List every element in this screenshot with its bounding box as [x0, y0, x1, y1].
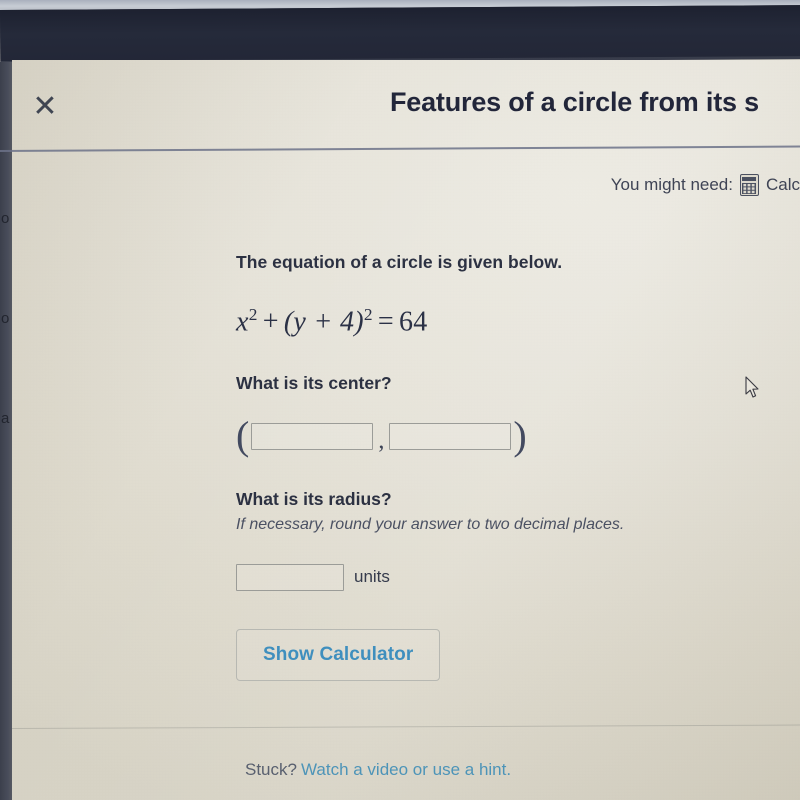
equation-x: x — [236, 305, 249, 337]
equation-rhs: 64 — [398, 305, 428, 337]
radius-units-label: units — [354, 567, 390, 587]
center-x-input[interactable] — [251, 423, 374, 451]
resources-row: You might need: Calc — [611, 174, 800, 196]
calculator-link[interactable]: Calc — [766, 175, 800, 195]
hint-link[interactable]: Watch a video or use a hint. — [301, 760, 511, 779]
circle-equation: x2 + (y + 4)2 = 64 — [236, 305, 796, 338]
radius-hint: If necessary, round your answer to two d… — [236, 515, 625, 533]
page-title: Features of a circle from its s — [390, 87, 759, 117]
center-comma: , — [378, 428, 385, 455]
equation-y-group-exponent: 2 — [363, 304, 373, 324]
equation-equals: = — [377, 305, 394, 337]
show-calculator-button[interactable]: Show Calculator — [236, 628, 441, 681]
close-icon[interactable]: ✕ — [28, 90, 62, 124]
center-question-label: What is its center? — [236, 372, 392, 393]
stuck-label: Stuck? — [245, 760, 297, 779]
resources-label: You might need: — [610, 175, 733, 194]
problem-body: The equation of a circle is given below.… — [236, 250, 796, 681]
radius-input[interactable] — [236, 563, 344, 591]
screenshot-photo: o o a ✕ Features of a circle from its s … — [0, 0, 800, 800]
equation-y-group: (y + 4) — [283, 305, 364, 337]
center-y-input[interactable] — [389, 423, 512, 451]
sidebar-ghost-glyph-1: o — [1, 210, 10, 227]
equation-plus: + — [262, 305, 279, 337]
problem-prompt: The equation of a circle is given below. — [236, 252, 563, 272]
equation-x-exponent: 2 — [248, 304, 258, 324]
radius-answer-row: units — [236, 563, 796, 591]
sidebar-ghost-glyph-2: o — [1, 310, 10, 327]
center-answer-row: ( , ) — [236, 412, 527, 458]
stuck-row: Stuck? Watch a video or use a hint. — [245, 760, 511, 780]
browser-chrome-bar — [0, 5, 800, 64]
exercise-header: ✕ Features of a circle from its s — [12, 62, 800, 150]
calculator-icon — [739, 174, 759, 196]
radius-question-label: What is its radius? — [236, 488, 392, 509]
sidebar-ghost-glyph-3: a — [1, 410, 10, 427]
